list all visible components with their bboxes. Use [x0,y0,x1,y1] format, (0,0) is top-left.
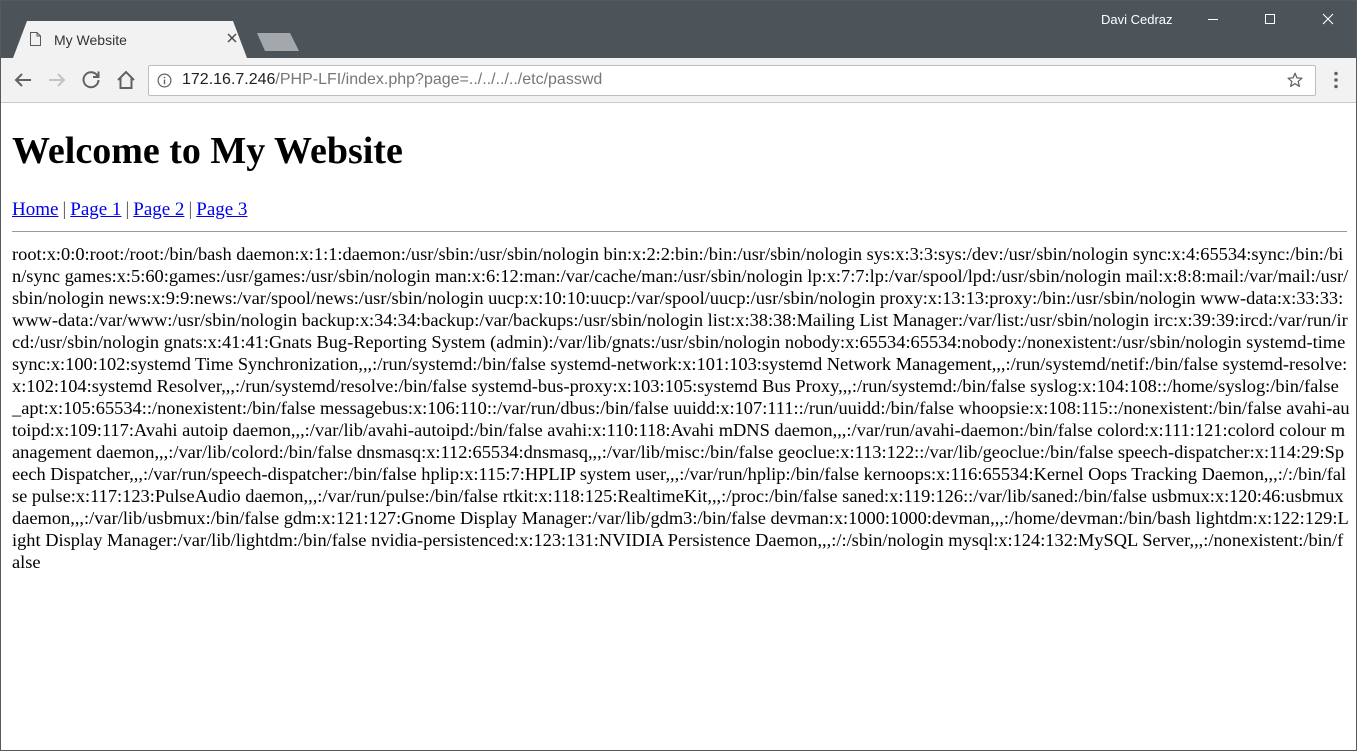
page-icon [30,32,41,46]
page-content: Welcome to My Website Home | Page 1 | Page 2… [1,103,1356,750]
tab-title: My Website [54,32,127,48]
home-icon[interactable] [114,68,138,92]
nav-separator: | [62,199,67,220]
minimize-icon [1208,19,1218,20]
nav-separator: | [125,199,130,220]
minimize-button[interactable] [1185,1,1243,37]
url-host: 172.16.7.246 [182,71,276,88]
nav-separator: | [188,199,193,220]
new-tab-button[interactable] [257,33,299,51]
maximize-icon [1265,14,1275,24]
url-path: /PHP-LFI/index.php?page=../../../../etc/… [275,71,603,88]
profile-name[interactable]: Davi Cedraz [1101,12,1173,27]
window-close-icon [1322,13,1334,25]
included-file-output: root:x:0:0:root:/root:/bin/bash daemon:x… [12,244,1350,572]
window-close-button[interactable] [1300,1,1356,37]
nav-link-page-2[interactable]: Page 2 [133,199,184,220]
browser-toolbar: 172.16.7.246/PHP-LFI/index.php?page=../.… [1,58,1356,103]
nav-link-page-1[interactable]: Page 1 [70,199,121,220]
close-icon[interactable] [225,31,239,45]
nav-link-page-3[interactable]: Page 3 [196,199,247,220]
info-icon[interactable] [157,73,172,88]
site-nav: Home | Page 1 | Page 2 | Page 3 [12,199,247,221]
address-bar[interactable]: 172.16.7.246/PHP-LFI/index.php?page=../.… [148,65,1316,96]
url-text[interactable]: 172.16.7.246/PHP-LFI/index.php?page=../.… [182,71,602,89]
nav-link-home[interactable]: Home [12,199,58,220]
back-icon[interactable] [11,68,35,92]
reload-icon[interactable] [79,68,103,92]
tab-my-website[interactable] [13,21,247,58]
title-bar: My Website Davi Cedraz [1,1,1356,58]
menu-icon[interactable] [1326,70,1346,90]
horizontal-rule [12,231,1347,232]
browser-window: My Website Davi Cedraz 172.16.7.246/PHP-… [0,0,1357,751]
forward-icon[interactable] [45,68,69,92]
maximize-button[interactable] [1242,1,1300,37]
star-icon[interactable] [1286,71,1304,89]
page-heading: Welcome to My Website [12,130,403,172]
